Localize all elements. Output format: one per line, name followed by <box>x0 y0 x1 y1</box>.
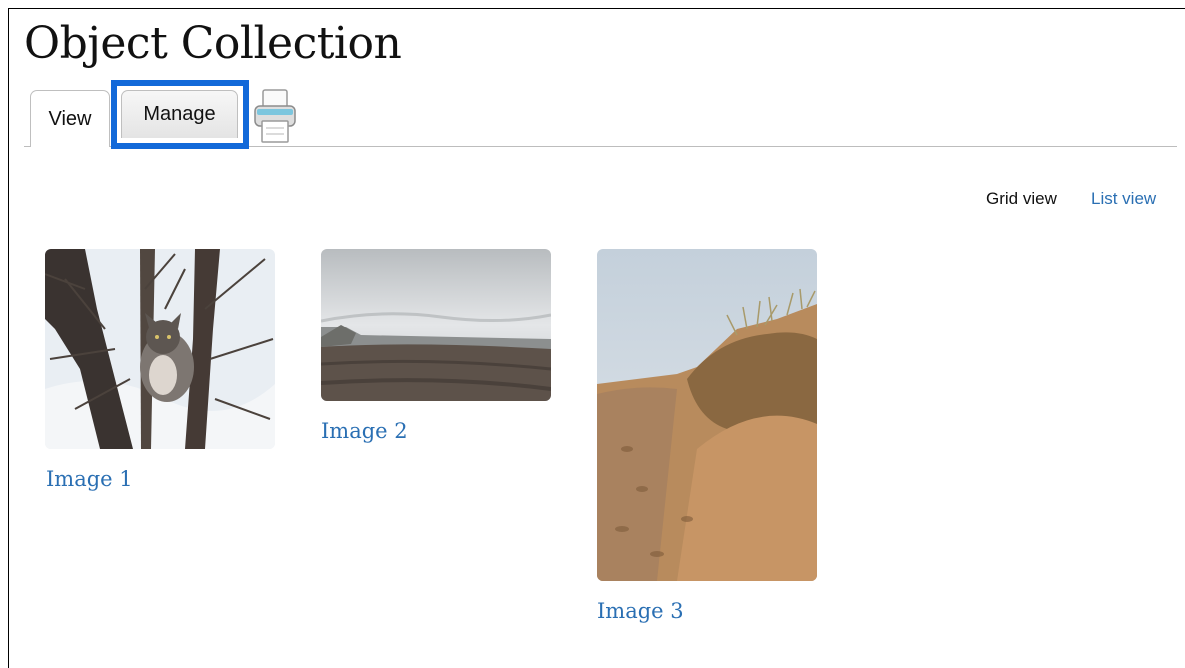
tab-manage[interactable]: Manage <box>121 90 238 138</box>
tab-bar-divider <box>24 146 1177 147</box>
image-2-title-link[interactable]: Image 2 <box>321 419 408 443</box>
printer-icon[interactable] <box>251 88 299 144</box>
list-view-link[interactable]: List view <box>1091 189 1156 209</box>
image-1-thumbnail[interactable] <box>45 249 275 449</box>
image-1-title-link[interactable]: Image 1 <box>46 467 133 491</box>
image-3-title-link[interactable]: Image 3 <box>597 599 684 623</box>
image-2-thumbnail[interactable] <box>321 249 551 401</box>
tab-view[interactable]: View <box>30 90 110 147</box>
page-title: Object Collection <box>24 18 402 69</box>
image-3-thumbnail[interactable] <box>597 249 817 581</box>
grid-view-label: Grid view <box>986 189 1057 208</box>
